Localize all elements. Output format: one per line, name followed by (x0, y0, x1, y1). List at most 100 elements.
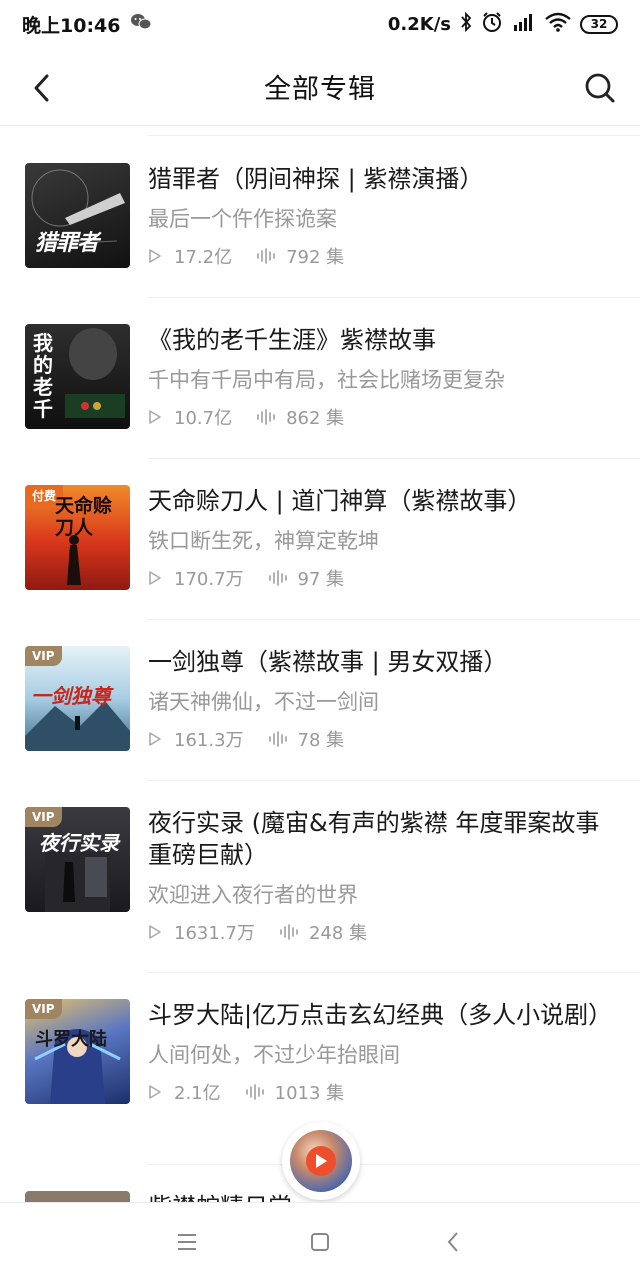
vip-badge: VIP (25, 646, 62, 666)
network-speed: 0.2K/s (387, 13, 451, 35)
episode-count: 248 集 (308, 923, 368, 944)
wechat-icon (130, 13, 152, 36)
mini-player-button[interactable] (282, 1122, 360, 1200)
episodes-icon (268, 570, 287, 586)
album-title: 天命赊刀人 | 道门神算（紫襟故事） (148, 487, 532, 515)
album-meta: 1631.7万 248 集 (148, 919, 610, 945)
album-info: 猎罪者（阴间神探 | 紫襟演播） 最后一个仵作探诡案 17.2亿 792 集 (148, 163, 610, 269)
episode-count: 862 集 (286, 408, 345, 429)
album-info: 斗罗大陆|亿万点击玄幻经典（多人小说剧） 人间何处，不过少年抬眼间 2.1亿 1… (148, 999, 613, 1105)
album-meta: 2.1亿 1013 集 (148, 1079, 610, 1105)
album-cover (25, 1191, 130, 1202)
status-right: 0.2K/s 32 (388, 11, 618, 38)
back-arrow-icon (34, 74, 49, 102)
album-desc: 人间何处，不过少年抬眼间 (148, 1043, 400, 1067)
home-icon (310, 1232, 329, 1251)
album-cover: VIP 斗罗大陆 (25, 999, 130, 1104)
album-cover: 付费 天命赊刀人 (25, 485, 130, 590)
episodes-icon (257, 248, 275, 264)
album-title: 《我的老千生涯》紫襟故事 (148, 326, 436, 354)
play-count-icon (149, 249, 161, 263)
album-cover: 猎罪者 (25, 163, 130, 268)
play-count: 170.7万 (174, 569, 244, 590)
nav-back-button[interactable] (433, 1222, 473, 1262)
list-item[interactable]: VIP 夜行实录 夜行实录 (魔宙&有声的紫襟 年度罪案故事重磅巨献） 欢迎进入… (0, 791, 640, 971)
album-meta: 17.2亿 792 集 (148, 243, 610, 269)
episode-count: 1013 集 (274, 1083, 345, 1104)
episode-count: 78 集 (297, 730, 345, 751)
play-count-icon (149, 925, 161, 939)
status-bar: 晚上10:46 0.2K/s 32 (0, 0, 640, 48)
album-cover: VIP 夜行实录 (25, 807, 130, 912)
vip-badge: VIP (25, 999, 62, 1019)
play-icon (316, 1154, 327, 1168)
divider (148, 458, 640, 459)
status-time: 晚上10:46 (22, 14, 121, 37)
album-meta: 10.7亿 862 集 (148, 404, 610, 430)
album-info: 夜行实录 (魔宙&有声的紫襟 年度罪案故事重磅巨献） 欢迎进入夜行者的世界 16… (148, 807, 610, 945)
back-button[interactable] (22, 68, 62, 108)
episodes-icon (245, 1084, 264, 1100)
cover-title: 猎罪者 (35, 230, 99, 256)
divider (148, 297, 640, 298)
status-left: 晚上10:46 (22, 11, 152, 38)
play-count-icon (149, 571, 161, 585)
list-item[interactable]: 猎罪者 猎罪者（阴间神探 | 紫襟演播） 最后一个仵作探诡案 17.2亿 792… (0, 147, 640, 297)
play-count-icon (149, 1085, 161, 1099)
play-count: 161.3万 (174, 730, 244, 751)
album-title: 夜行实录 (魔宙&有声的紫襟 年度罪案故事重磅巨献） (148, 809, 600, 869)
search-button[interactable] (580, 68, 620, 108)
play-count: 17.2亿 (174, 247, 233, 268)
play-count-icon (149, 410, 161, 424)
bluetooth-icon (460, 11, 472, 37)
play-count: 10.7亿 (174, 408, 233, 429)
player-artwork (290, 1130, 352, 1192)
album-title: 一剑独尊（紫襟故事 | 男女双播） (148, 648, 508, 676)
play-button[interactable] (306, 1146, 336, 1176)
episodes-icon (257, 409, 275, 425)
album-desc: 最后一个仵作探诡案 (148, 207, 337, 231)
search-icon (585, 73, 615, 103)
signal-icon (512, 12, 536, 37)
cover-title: 夜行实录 (39, 831, 119, 855)
divider (148, 619, 640, 620)
play-count: 1631.7万 (174, 923, 255, 944)
home-button[interactable] (300, 1222, 340, 1262)
divider (148, 780, 640, 781)
album-desc: 欢迎进入夜行者的世界 (148, 883, 358, 907)
album-info: 紫襟蛇精日常 (148, 1191, 610, 1202)
album-list[interactable]: 猎罪者 猎罪者（阴间神探 | 紫襟演播） 最后一个仵作探诡案 17.2亿 792… (0, 127, 640, 1202)
list-item[interactable]: 付费 天命赊刀人 天命赊刀人 | 道门神算（紫襟故事） 铁口断生死，神算定乾坤 … (0, 469, 640, 619)
album-info: 天命赊刀人 | 道门神算（紫襟故事） 铁口断生死，神算定乾坤 170.7万 97… (148, 485, 610, 591)
cover-title: 我的老千 (33, 331, 53, 421)
album-cover: 我的老千 (25, 324, 130, 429)
album-cover: VIP 一剑独尊 (25, 646, 130, 751)
album-meta: 161.3万 78 集 (148, 726, 610, 752)
list-item[interactable]: 我的老千 《我的老千生涯》紫襟故事 千中有千局中有局，社会比赌场更复杂 10.7… (0, 308, 640, 458)
episode-count: 792 集 (286, 247, 345, 268)
alarm-icon (481, 11, 503, 38)
album-desc: 千中有千局中有局，社会比赌场更复杂 (148, 368, 505, 392)
play-count: 2.1亿 (174, 1083, 221, 1104)
album-title: 紫襟蛇精日常 (148, 1191, 610, 1202)
divider (148, 972, 640, 973)
album-meta: 170.7万 97 集 (148, 565, 610, 591)
episode-count: 97 集 (297, 569, 345, 590)
menu-button[interactable] (167, 1222, 207, 1262)
episodes-icon (268, 731, 287, 747)
page-title: 全部专辑 (264, 74, 376, 105)
battery-icon: 32 (580, 14, 618, 34)
album-info: 《我的老千生涯》紫襟故事 千中有千局中有局，社会比赌场更复杂 10.7亿 862… (148, 324, 610, 430)
list-item[interactable]: VIP 一剑独尊 一剑独尊（紫襟故事 | 男女双播） 诸天神佛仙，不过一剑间 1… (0, 630, 640, 780)
back-icon (447, 1231, 459, 1252)
cover-title: 一剑独尊 (31, 684, 111, 708)
album-title: 斗罗大陆|亿万点击玄幻经典（多人小说剧） (148, 1001, 613, 1029)
play-count-icon (149, 732, 161, 746)
vip-badge: VIP (25, 807, 62, 827)
divider (148, 1164, 640, 1165)
cover-title: 斗罗大陆 (35, 1029, 107, 1050)
album-desc: 铁口断生死，神算定乾坤 (148, 529, 379, 553)
title-bar: 全部专辑 (0, 48, 640, 126)
cover-title: 天命赊刀人 (55, 495, 113, 539)
menu-icon (177, 1233, 196, 1250)
